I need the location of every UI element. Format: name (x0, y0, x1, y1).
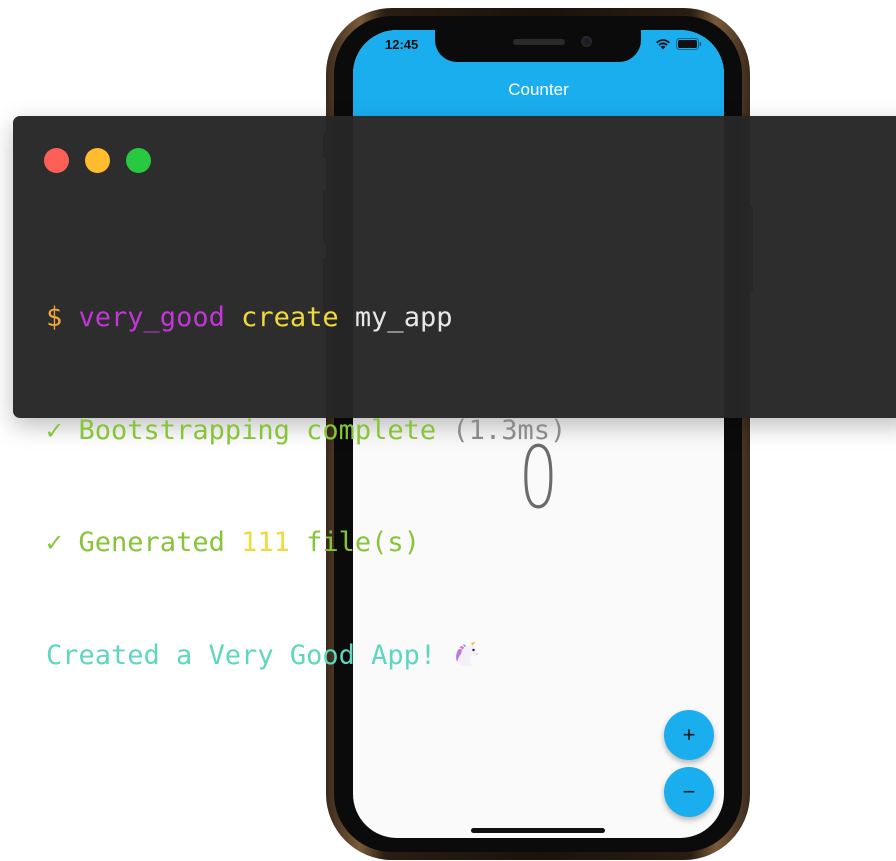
command-tool: very_good (78, 302, 225, 333)
generated-suffix: file(s) (306, 527, 420, 558)
plus-icon: + (682, 722, 696, 747)
terminal-success-line: Created a Very Good App! (46, 637, 566, 675)
terminal-command-line: $ very_good create my_app (46, 299, 566, 337)
wifi-icon (656, 39, 670, 50)
command-subcommand: create (241, 302, 339, 333)
app-bar: 12:45 Counter (353, 30, 724, 116)
close-window-button[interactable] (44, 148, 69, 173)
prompt-symbol: $ (46, 302, 63, 333)
terminal-window: $ very_good create my_app ✓ Bootstrappin… (13, 116, 896, 671)
terminal-generated-line: ✓ Generated 111 file(s) (46, 524, 566, 562)
minimize-window-button[interactable] (85, 148, 110, 173)
status-bar-time: 12:45 (385, 37, 419, 52)
checkmark-icon: ✓ (46, 414, 63, 446)
terminal-output: $ very_good create my_app ✓ Bootstrappin… (46, 224, 566, 749)
decrement-button[interactable]: − (664, 767, 714, 817)
command-argument: my_app (354, 302, 453, 333)
unicorn-icon (456, 641, 479, 666)
generated-count: 111 (241, 527, 290, 558)
app-bar-title: Counter (508, 80, 569, 99)
minus-icon: − (682, 779, 696, 804)
bootstrap-message: Bootstrapping complete (78, 414, 437, 446)
front-camera (581, 36, 592, 47)
speaker-grille (513, 39, 565, 45)
battery-icon (676, 38, 702, 50)
bootstrap-timing: (1.3ms) (452, 414, 567, 446)
stage: 12:45 Counter 0 + − $ very_good create m… (0, 0, 896, 861)
increment-button[interactable]: + (664, 710, 714, 760)
terminal-bootstrap-line: ✓ Bootstrapping complete (1.3ms) (46, 412, 566, 450)
generated-prefix: Generated (78, 527, 225, 558)
status-bar-icons (655, 38, 702, 50)
success-message: Created a Very Good App! (46, 639, 437, 671)
phone-notch (435, 30, 641, 62)
home-indicator[interactable] (471, 828, 605, 833)
maximize-window-button[interactable] (126, 148, 151, 173)
checkmark-icon: ✓ (46, 527, 63, 558)
